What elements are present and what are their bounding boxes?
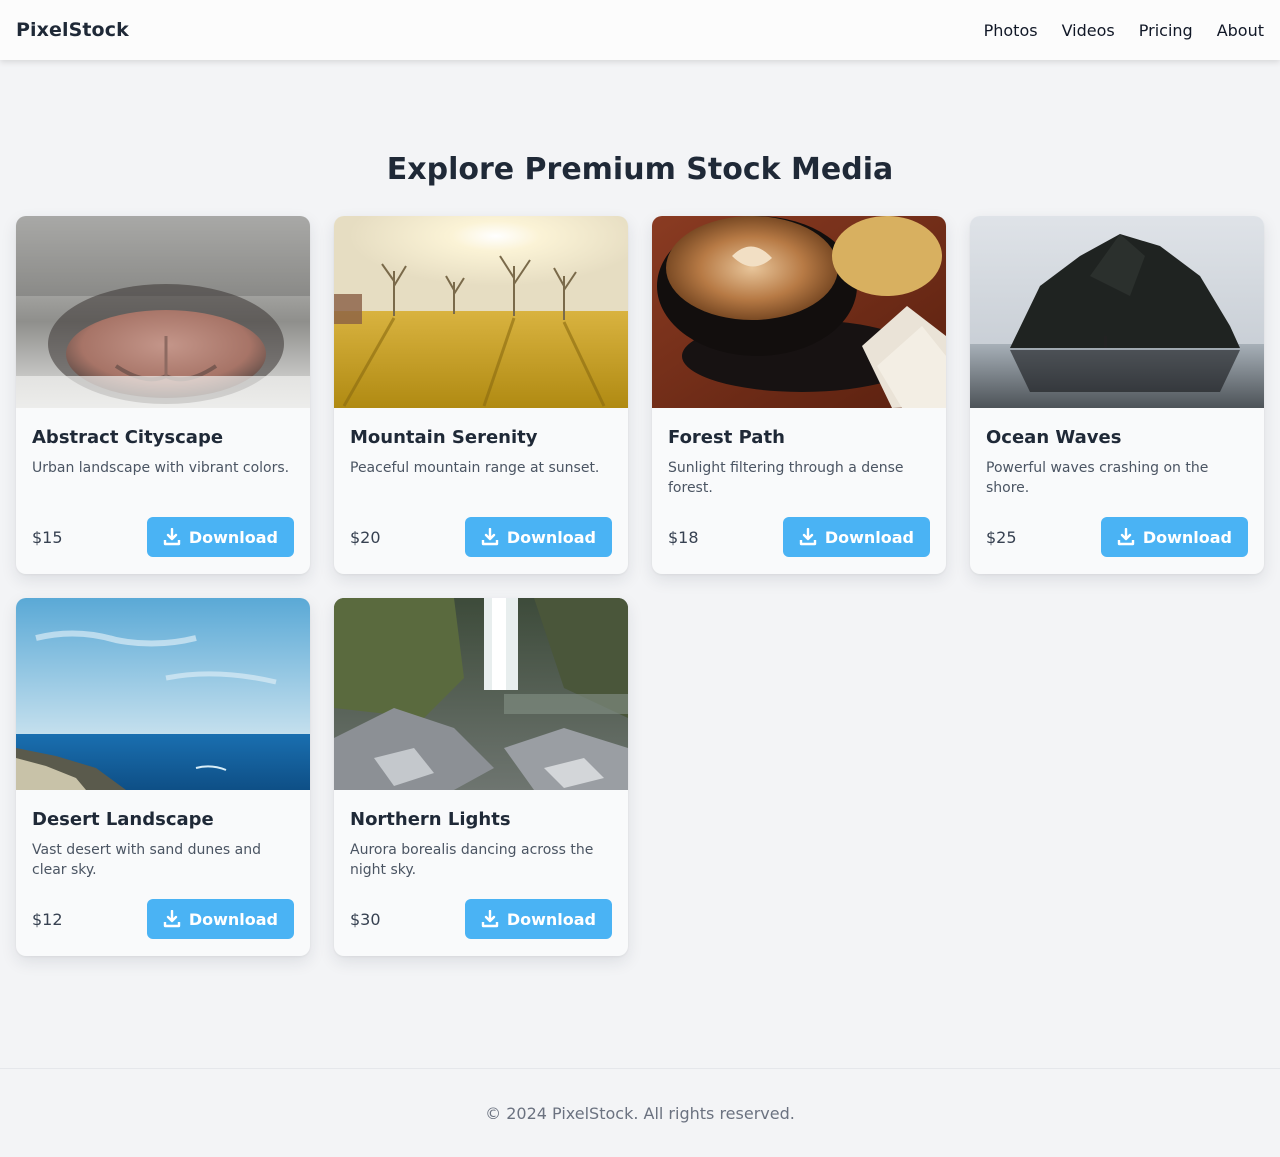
nav-link-videos[interactable]: Videos (1062, 21, 1115, 40)
download-button-label: Download (824, 527, 914, 547)
card-footer: $30 Download (350, 899, 612, 939)
download-button-label: Download (188, 527, 278, 547)
copyright-text: © 2024 PixelStock. All rights reserved. (485, 1103, 795, 1123)
nav-links: Photos Videos Pricing About (984, 21, 1264, 40)
card-footer: $12 Download (32, 899, 294, 939)
download-icon (481, 910, 499, 928)
download-button[interactable]: Download (782, 517, 930, 557)
download-button-label: Download (188, 909, 278, 929)
download-icon (481, 528, 499, 546)
media-card: Forest Path Sunlight filtering through a… (652, 216, 946, 574)
card-image-sea-rock[interactable] (970, 216, 1264, 408)
page-footer: © 2024 PixelStock. All rights reserved. (0, 1068, 1280, 1157)
card-footer: $18 Download (668, 517, 930, 557)
card-description: Urban landscape with vibrant colors. (32, 460, 290, 476)
media-grid: Abstract Cityscape Urban landscape with … (16, 216, 1264, 956)
download-icon (163, 910, 181, 928)
card-price: $25 (986, 527, 1017, 547)
card-title: Ocean Waves (986, 427, 1122, 448)
media-card: Mountain Serenity Peaceful mountain rang… (334, 216, 628, 574)
media-card: Northern Lights Aurora borealis dancing … (334, 598, 628, 956)
card-price: $12 (32, 909, 63, 929)
card-image-sunlit-field[interactable] (334, 216, 628, 408)
download-button-label: Download (506, 909, 596, 929)
card-title: Desert Landscape (32, 809, 214, 830)
nav-link-photos[interactable]: Photos (984, 21, 1038, 40)
nav-link-pricing[interactable]: Pricing (1139, 21, 1193, 40)
card-description: Aurora borealis dancing across the night… (350, 842, 594, 878)
card-footer: $25 Download (986, 517, 1248, 557)
download-button[interactable]: Download (146, 517, 294, 557)
download-button[interactable]: Download (1100, 517, 1248, 557)
media-card: Abstract Cityscape Urban landscape with … (16, 216, 310, 574)
card-price: $20 (350, 527, 381, 547)
card-description: Vast desert with sand dunes and clear sk… (32, 842, 261, 878)
media-card: Desert Landscape Vast desert with sand d… (16, 598, 310, 956)
card-image-coffee-cup[interactable] (652, 216, 946, 408)
card-description: Sunlight filtering through a dense fores… (668, 460, 904, 496)
card-price: $15 (32, 527, 63, 547)
media-card: Ocean Waves Powerful waves crashing on t… (970, 216, 1264, 574)
brand-logo[interactable]: PixelStock (16, 19, 129, 41)
download-button-label: Download (1142, 527, 1232, 547)
download-button-label: Download (506, 527, 596, 547)
top-navbar: PixelStock Photos Videos Pricing About (0, 0, 1280, 60)
card-price: $30 (350, 909, 381, 929)
card-title: Mountain Serenity (350, 427, 538, 448)
download-button[interactable]: Download (464, 517, 612, 557)
card-image-cat-nose[interactable] (16, 216, 310, 408)
card-image-blue-sea[interactable] (16, 598, 310, 790)
download-button[interactable]: Download (464, 899, 612, 939)
nav-link-about[interactable]: About (1217, 21, 1264, 40)
download-button[interactable]: Download (146, 899, 294, 939)
card-description: Powerful waves crashing on the shore. (986, 460, 1209, 496)
card-title: Abstract Cityscape (32, 427, 224, 448)
download-icon (163, 528, 181, 546)
page-title: Explore Premium Stock Media (386, 152, 894, 187)
download-icon (1117, 528, 1135, 546)
card-title: Northern Lights (350, 809, 511, 830)
card-footer: $20 Download (350, 517, 612, 557)
card-description: Peaceful mountain range at sunset. (350, 460, 600, 476)
card-title: Forest Path (668, 427, 785, 448)
card-image-waterfall[interactable] (334, 598, 628, 790)
download-icon (799, 528, 817, 546)
card-price: $18 (668, 527, 699, 547)
card-footer: $15 Download (32, 517, 294, 557)
